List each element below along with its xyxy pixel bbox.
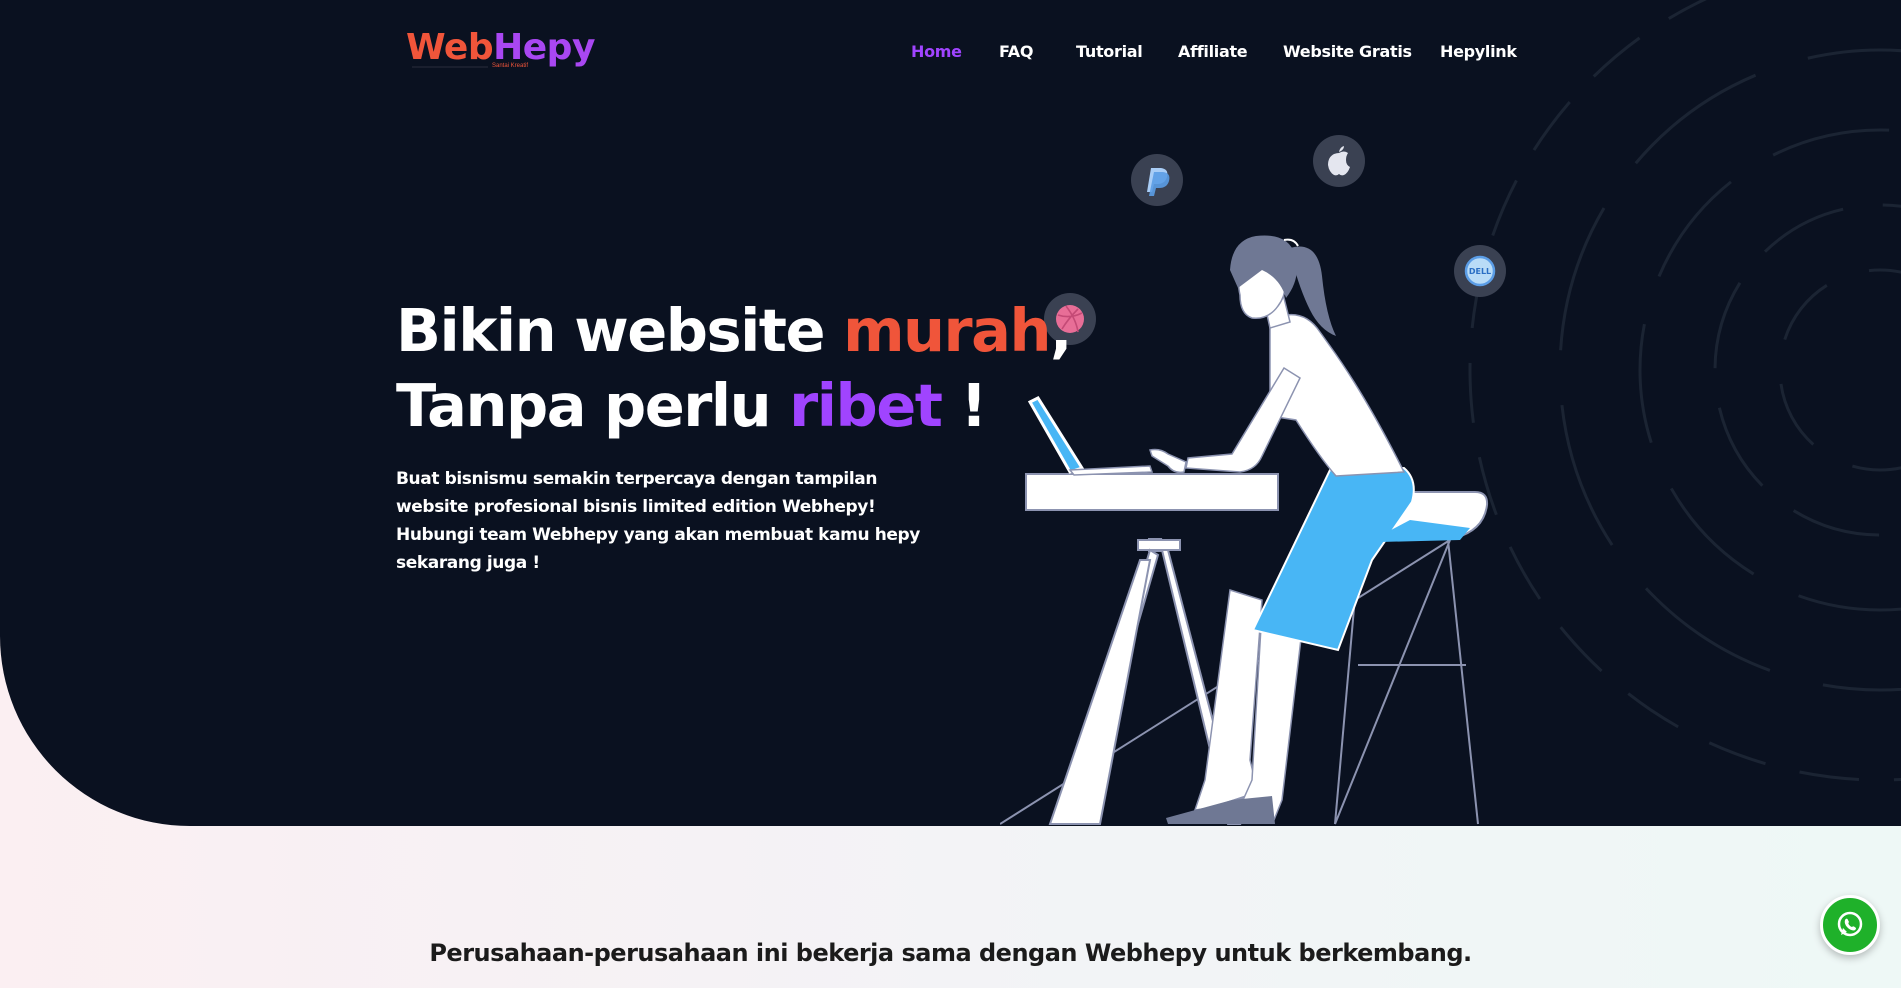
headline-comma: , [1049, 296, 1072, 365]
hero-headline-line-2: Tanpa perlu ribet ! [396, 368, 1071, 443]
headline-exclamation: ! [941, 371, 987, 440]
svg-text:DELL: DELL [1469, 267, 1491, 276]
paypal-icon [1131, 154, 1183, 206]
hero-description-line: Hubungi team Webhepy yang akan membuat k… [396, 525, 920, 545]
brand-logo-underline [412, 66, 488, 68]
partners-heading: Perusahaan-perusahaan ini bekerja sama d… [429, 939, 1472, 967]
headline-accent-ribet: ribet [789, 371, 943, 440]
whatsapp-icon [1837, 911, 1863, 937]
headline-text: Tanpa perlu [396, 371, 790, 440]
hero-headline: Bikin website murah, Tanpa perlu ribet ! [396, 293, 1072, 443]
hero-illustration [999, 120, 1560, 826]
nav-tutorial[interactable]: Tutorial [1076, 41, 1143, 63]
dell-icon: DELL [1454, 245, 1506, 297]
whatsapp-chat-button[interactable] [1820, 895, 1880, 955]
nav-home[interactable]: Home [911, 41, 962, 63]
nav-affiliate[interactable]: Affiliate [1178, 41, 1248, 63]
nav-hepylink[interactable]: Hepylink [1440, 41, 1517, 63]
top-navbar: WebHepy Santai Kreatif Home FAQ Tutorial… [0, 0, 1901, 100]
hero-headline-line-1: Bikin website murah, [396, 293, 1072, 368]
hero-description-line: website profesional bisnis limited editi… [396, 497, 876, 517]
hero-description: Buat bisnismu semakin terpercaya dengan … [396, 465, 920, 577]
hero-description-line: sekarang juga ! [396, 553, 540, 573]
headline-text: Bikin website [396, 296, 844, 365]
nav-website-gratis[interactable]: Website Gratis [1283, 41, 1412, 63]
hero-description-line: Buat bisnismu semakin terpercaya dengan … [396, 469, 878, 489]
hero-section: DELL Bikin website murah, Tanpa perlu ri… [0, 0, 1901, 826]
headline-accent-murah: murah [843, 296, 1051, 365]
apple-icon [1313, 135, 1365, 187]
nav-faq[interactable]: FAQ [999, 41, 1033, 63]
nav-links: Home FAQ Tutorial Affiliate Website Grat… [0, 41, 1901, 65]
